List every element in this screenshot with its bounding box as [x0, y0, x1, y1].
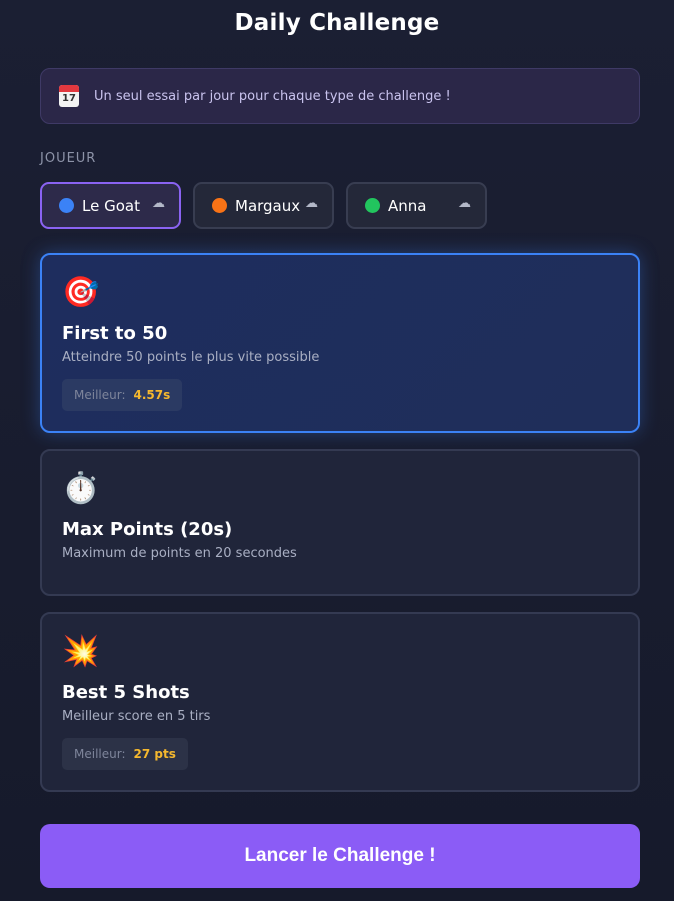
target-icon: 🎯: [62, 275, 100, 310]
best-value: 4.57s: [133, 388, 171, 402]
info-banner: 17 Un seul essai par jour pour chaque ty…: [40, 68, 640, 124]
explosion-icon: 💥: [62, 634, 100, 669]
player-name: Le Goat: [82, 196, 140, 215]
banner-text: Un seul essai par jour pour chaque type …: [94, 88, 451, 104]
player-color-dot: [212, 198, 227, 213]
stopwatch-icon: ⏱️: [62, 471, 100, 506]
player-chip-margaux[interactable]: Margaux ☁: [193, 182, 334, 229]
challenge-title: Best 5 Shots: [62, 682, 190, 703]
challenge-description: Atteindre 50 points le plus vite possibl…: [62, 350, 320, 365]
best-score-badge: Meilleur: 4.57s: [62, 379, 183, 411]
challenge-description: Meilleur score en 5 tirs: [62, 709, 211, 724]
player-color-dot: [365, 198, 380, 213]
player-name: Margaux: [235, 196, 301, 215]
player-color-dot: [59, 198, 74, 213]
challenge-card-first-to-50[interactable]: 🎯 First to 50 Atteindre 50 points le plu…: [40, 253, 640, 433]
launch-challenge-button[interactable]: Lancer le Challenge !: [40, 824, 640, 888]
page-title: Daily Challenge: [234, 10, 440, 36]
cloud-icon: ☁: [305, 196, 318, 211]
player-selector: Le Goat ☁ Margaux ☁ Anna ☁: [40, 182, 487, 229]
cloud-icon: ☁: [152, 196, 165, 211]
best-value: 27 pts: [133, 747, 176, 761]
player-chip-anna[interactable]: Anna ☁: [346, 182, 487, 229]
player-name: Anna: [388, 196, 427, 215]
challenge-card-best-5-shots[interactable]: 💥 Best 5 Shots Meilleur score en 5 tirs …: [40, 612, 640, 792]
challenge-description: Maximum de points en 20 secondes: [62, 546, 297, 561]
challenge-title: Max Points (20s): [62, 519, 233, 540]
challenge-title: First to 50: [62, 323, 168, 344]
cloud-icon: ☁: [458, 196, 471, 211]
best-label: Meilleur:: [74, 388, 126, 402]
player-chip-le-goat[interactable]: Le Goat ☁: [40, 182, 181, 229]
best-score-badge: Meilleur: 27 pts: [62, 738, 188, 770]
player-section-label: JOUEUR: [40, 151, 97, 166]
best-label: Meilleur:: [74, 747, 126, 761]
challenge-card-max-points[interactable]: ⏱️ Max Points (20s) Maximum de points en…: [40, 449, 640, 596]
calendar-icon: 17: [59, 85, 79, 107]
